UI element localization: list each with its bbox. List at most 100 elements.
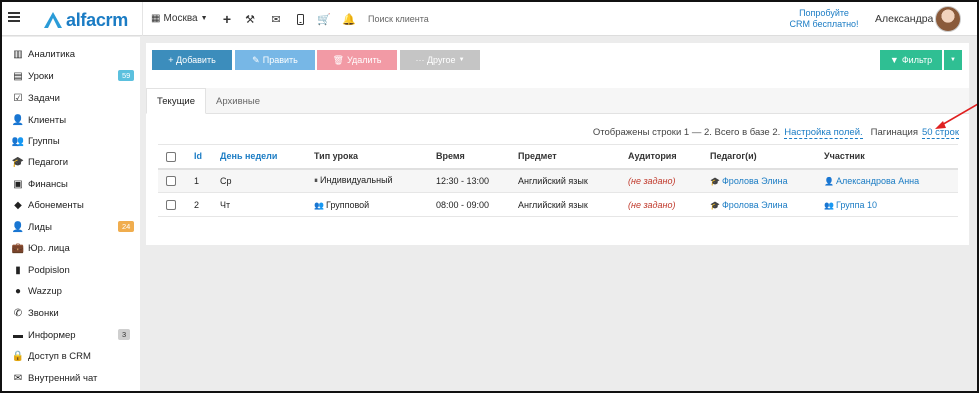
column-subject: Предмет bbox=[514, 144, 624, 170]
calendar-icon: ▤ bbox=[13, 70, 23, 82]
row-checkbox[interactable] bbox=[166, 199, 176, 210]
participant-link[interactable]: Группа 10 bbox=[836, 200, 877, 210]
sidebar-item-finance[interactable]: ▣ Финансы bbox=[12, 176, 136, 192]
cell-participant[interactable]: 👤 Александрова Анна bbox=[820, 168, 958, 193]
edit-button[interactable]: ✎ Править bbox=[235, 50, 315, 70]
sidebar-item-label: Доступ в CRM bbox=[28, 350, 91, 362]
cart-icon[interactable]: 🛒 bbox=[317, 12, 331, 26]
sidebar-item-label: Группы bbox=[28, 135, 60, 147]
sidebar: ▥ Аналитика ▤ Уроки 59 ☑ Задачи 👤 Клиент… bbox=[2, 37, 140, 391]
caret-down-icon: ▼ bbox=[200, 15, 208, 22]
add-label: + Добавить bbox=[168, 55, 216, 65]
pagination-label: Пагинация bbox=[870, 127, 918, 138]
promo-line-2: CRM бесплатно! bbox=[789, 19, 859, 29]
tab-bar: Текущие Архивные bbox=[146, 88, 969, 114]
phone-icon: ✆ bbox=[13, 307, 23, 319]
sidebar-item-label: Финансы bbox=[28, 178, 68, 190]
cell-time: 12:30 - 13:00 bbox=[432, 168, 514, 193]
graduation-cap-icon: 🎓 bbox=[11, 156, 25, 168]
lessons-badge: 59 bbox=[118, 70, 135, 81]
sidebar-item-informer[interactable]: ▬ Информер 3 bbox=[12, 327, 136, 343]
sidebar-item-crm-access[interactable]: 🔒 Доступ в CRM bbox=[12, 348, 136, 364]
sidebar-item-clients[interactable]: 👤 Клиенты bbox=[12, 112, 136, 128]
column-id[interactable]: Id bbox=[190, 144, 216, 170]
filter-button[interactable]: ▼ Фильтр bbox=[880, 50, 942, 70]
app-window: alfacrm ▦ Москва ▼ + ⚒ ✉ 🛒 🔔 Попробуйте … bbox=[0, 0, 979, 393]
sidebar-item-podpislon[interactable]: ▮ Podpislon bbox=[12, 262, 136, 278]
sidebar-item-label: Абонементы bbox=[28, 199, 84, 211]
divider bbox=[142, 2, 143, 36]
cell-teacher[interactable]: 🎓 Фролова Элина bbox=[706, 192, 820, 217]
leads-badge: 24 bbox=[118, 221, 135, 232]
top-bar: alfacrm ▦ Москва ▼ + ⚒ ✉ 🛒 🔔 Попробуйте … bbox=[2, 2, 977, 36]
avatar[interactable] bbox=[935, 6, 961, 32]
rows-summary: Отображены строки 1 — 2. Всего в базе 2. bbox=[592, 127, 781, 138]
cell-teacher[interactable]: 🎓 Фролова Элина bbox=[706, 168, 820, 193]
sidebar-item-leads[interactable]: 👤 Лиды 24 bbox=[12, 219, 136, 235]
mobile-icon[interactable] bbox=[293, 12, 307, 26]
column-participant: Участник bbox=[820, 144, 958, 170]
logo-icon bbox=[44, 12, 62, 28]
delete-button[interactable]: 🗑 Удалить bbox=[317, 50, 397, 70]
teacher-link[interactable]: Фролова Элина bbox=[722, 176, 788, 186]
trash-icon: 🗑 bbox=[332, 54, 345, 65]
cell-id: 2 bbox=[190, 192, 216, 217]
city-selector[interactable]: ▦ Москва ▼ bbox=[151, 13, 208, 24]
sidebar-item-lessons[interactable]: ▤ Уроки 59 bbox=[12, 68, 136, 84]
sidebar-item-calls[interactable]: ✆ Звонки bbox=[12, 305, 136, 321]
user-plus-icon: 👤 bbox=[11, 221, 25, 233]
caret-down-icon: ▼ bbox=[950, 57, 956, 63]
logo[interactable]: alfacrm bbox=[43, 9, 128, 31]
sidebar-item-groups[interactable]: 👥 Группы bbox=[12, 133, 136, 149]
sidebar-item-legal-entities[interactable]: 💼 Юр. лица bbox=[12, 240, 136, 256]
column-day[interactable]: День недели bbox=[216, 144, 310, 170]
select-all-checkbox[interactable] bbox=[166, 151, 176, 162]
cell-subject: Английский язык bbox=[514, 168, 624, 193]
cell-participant[interactable]: 👥 Группа 10 bbox=[820, 192, 958, 217]
teacher-link[interactable]: Фролова Элина bbox=[722, 200, 788, 210]
trial-promo-link[interactable]: Попробуйте CRM бесплатно! bbox=[782, 8, 866, 30]
envelope-icon[interactable]: ✉ bbox=[269, 12, 283, 26]
user-name[interactable]: Александра bbox=[875, 13, 933, 25]
bell-icon[interactable]: 🔔 bbox=[342, 12, 356, 26]
other-dropdown-button[interactable]: ··· Другое ▼ bbox=[400, 50, 480, 70]
type-label: Индивидуальный bbox=[320, 175, 393, 186]
menu-icon[interactable] bbox=[8, 12, 20, 22]
sidebar-item-internal-chat[interactable]: ✉ Внутренний чат bbox=[12, 370, 136, 386]
sidebar-item-tasks[interactable]: ☑ Задачи bbox=[12, 90, 136, 106]
field-settings-link[interactable]: Настройка полей. bbox=[784, 127, 863, 139]
cell-room: (не задано) bbox=[624, 192, 706, 217]
graduation-cap-icon: 🎓 bbox=[710, 176, 720, 186]
participant-link[interactable]: Александрова Анна bbox=[836, 176, 919, 186]
row-select-cell bbox=[158, 192, 190, 217]
sidebar-item-subscriptions[interactable]: ◆ Абонементы bbox=[12, 197, 136, 213]
sidebar-item-analytics[interactable]: ▥ Аналитика bbox=[12, 46, 136, 62]
annotation-arrow-icon bbox=[935, 103, 977, 129]
money-icon: ▣ bbox=[13, 178, 23, 190]
sidebar-item-wazzup[interactable]: ● Wazzup bbox=[12, 283, 136, 299]
users-icon: 👥 bbox=[11, 135, 25, 147]
document-icon: ▮ bbox=[15, 264, 21, 276]
sidebar-item-label: Podpislon bbox=[28, 264, 70, 276]
row-checkbox[interactable] bbox=[166, 176, 176, 187]
sidebar-item-label: Клиенты bbox=[28, 114, 67, 126]
sidebar-item-teachers[interactable]: 🎓 Педагоги bbox=[12, 154, 136, 170]
analytics-icon: ▥ bbox=[13, 48, 23, 60]
city-label: Москва bbox=[163, 13, 198, 24]
plus-icon[interactable]: + bbox=[220, 11, 234, 27]
sidebar-item-label: Информер bbox=[28, 329, 76, 341]
wrench-icon[interactable]: ⚒ bbox=[243, 12, 257, 26]
tasks-icon: ☑ bbox=[13, 92, 23, 104]
filter-dropdown-button[interactable]: ▼ bbox=[944, 50, 962, 70]
column-room: Аудитория bbox=[624, 144, 706, 170]
tab-label: Архивные bbox=[216, 95, 260, 107]
search-input[interactable] bbox=[368, 11, 568, 27]
whatsapp-icon: ● bbox=[14, 285, 22, 297]
table-row[interactable]: 1 Ср ⏸ Индивидуальный 12:30 - 13:00 Англи… bbox=[158, 168, 958, 193]
table-header-row: Id День недели Тип урока Время Предмет А… bbox=[158, 144, 958, 170]
tab-archive[interactable]: Архивные bbox=[206, 88, 270, 114]
tab-current[interactable]: Текущие bbox=[146, 88, 206, 114]
cell-type: ⏸ Индивидуальный bbox=[310, 168, 432, 193]
add-button[interactable]: + Добавить bbox=[152, 50, 232, 70]
table-row[interactable]: 2 Чт 👥 Групповой 08:00 - 09:00 Английский… bbox=[158, 192, 958, 217]
